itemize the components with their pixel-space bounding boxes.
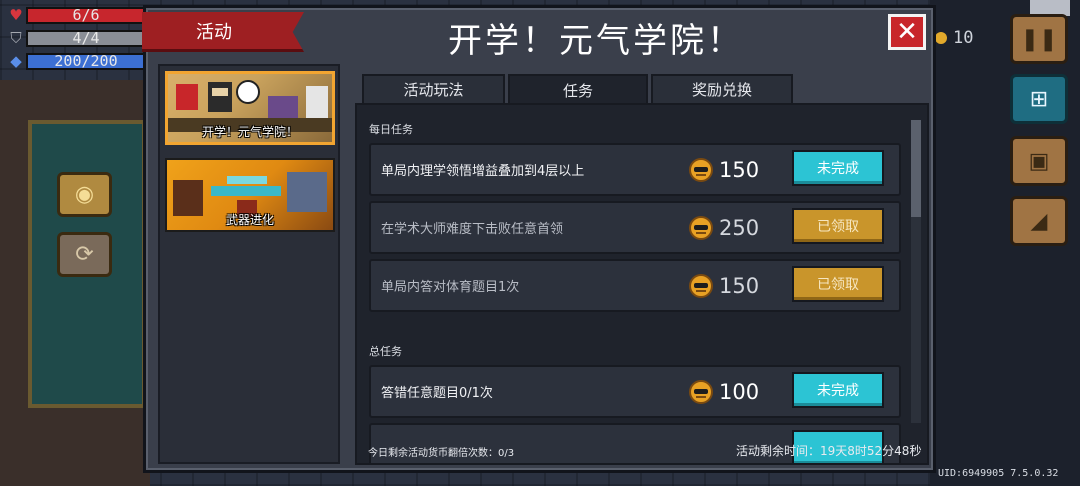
activity-label-weapon-evolution: 武器进化 [225,213,274,227]
task-row: 答错任意题目0/1次 100 未完成 [369,365,901,418]
shield-icon: ⛉ [10,29,22,47]
task-status-button[interactable]: 已领取 [792,208,884,244]
scrollbar-thumb[interactable] [911,120,921,217]
close-button[interactable]: ✕ [888,14,926,50]
reward-amount: 150 [719,157,760,182]
dungeon-floor-left [0,80,150,486]
activity-ribbon: 活动 [142,12,304,52]
task-row: 单局内答对体育题目1次 150 已领取 [369,259,901,312]
activity-list: 开学！元气学院！ 武器进化 [158,64,340,464]
task-reward: 250 [689,203,759,252]
location-pin-icon: ◉ [74,182,95,207]
task-row: 单局内理学领悟增益叠加到4层以上 150 未完成 [369,143,901,196]
shop-button[interactable]: ⊞ [1010,74,1068,124]
task-description: 单局内理学领悟增益叠加到4层以上 [381,164,585,179]
currency-double-remaining: 今日剩余活动货币翻倍次数：0/3 [368,448,515,459]
section-daily-tasks: 每日任务 [369,123,413,136]
coin-icon [935,32,947,44]
pause-button[interactable]: ❚❚ [1010,14,1068,64]
task-panel: 每日任务 单局内理学领悟增益叠加到4层以上 150 未完成 在学术大师难度下击败… [355,103,929,465]
coin-counter: 10 [935,28,973,48]
armor-value: 4/4 [72,29,100,47]
activity-coin-icon [689,157,713,182]
tab-gameplay[interactable]: 活动玩法 [362,74,505,105]
section-total-tasks: 总任务 [369,345,402,358]
reward-amount: 100 [719,379,760,404]
swap-icon: ⟳ [75,242,94,267]
id-card-icon: ▣ [1028,148,1050,174]
task-reward: 150 [689,261,759,310]
activity-coin-icon [689,273,713,298]
profile-card-button[interactable]: ▣ [1010,136,1068,186]
activity-time-remaining: 活动剩余时间：19天8时52分48秒 [736,444,922,458]
player-hud: ♥ 6/6 ⛉ 4/4 ◆ 200/200 [6,4,146,73]
location-pin-button[interactable]: ◉ [57,172,112,217]
armor-row: ⛉ 4/4 [6,27,146,49]
tab-reward-exchange[interactable]: 奖励兑换 [651,74,793,105]
task-reward: 150 [689,145,759,194]
armor-bar: 4/4 [26,29,146,47]
reward-amount: 150 [719,273,760,298]
stairs-icon: ◢ [1030,208,1048,234]
task-status-button[interactable]: 未完成 [792,372,884,408]
task-description: 答错任意题目0/1次 [381,386,493,401]
stairs-button[interactable]: ◢ [1010,196,1068,246]
hp-bar: 6/6 [26,6,146,24]
hp-value: 6/6 [72,6,100,24]
activity-card-academy[interactable]: 开学！元气学院！ [165,71,335,145]
close-icon: ✕ [896,17,918,47]
heart-icon: ♥ [9,6,23,24]
task-status-button[interactable]: 已领取 [792,266,884,302]
energy-gem-icon: ◆ [10,52,22,70]
pause-icon: ❚❚ [1020,26,1058,52]
activity-label-academy: 开学！元气学院！ [201,125,298,139]
swap-button[interactable]: ⟳ [57,232,112,277]
coin-count: 10 [953,28,974,48]
uid-version-label: UID:6949905 7.5.0.32 [938,468,1059,479]
task-status-button[interactable]: 未完成 [792,150,884,186]
energy-bar: 200/200 [26,52,146,70]
activity-coin-icon [689,379,713,404]
activity-coin-icon [689,215,713,240]
activity-card-weapon-evolution[interactable]: 武器进化 [165,158,335,232]
task-description: 单局内答对体育题目1次 [381,280,520,295]
task-description: 在学术大师难度下击败任意首领 [381,222,564,237]
task-row: 在学术大师难度下击败任意首领 250 已领取 [369,201,901,254]
energy-value: 200/200 [54,52,118,70]
energy-row: ◆ 200/200 [6,50,146,72]
activity-modal: 活动 开学！元气学院！ ✕ 开学！元气学院！ 武器进化 活动玩法 任务 奖励兑换… [142,5,936,473]
modal-title: 开学！元气学院！ [448,21,744,61]
shopping-cart-icon: ⊞ [1029,86,1049,112]
task-scrollbar[interactable] [911,120,921,423]
task-reward: 100 [689,367,759,416]
hp-row: ♥ 6/6 [6,4,146,26]
reward-amount: 250 [719,215,760,240]
